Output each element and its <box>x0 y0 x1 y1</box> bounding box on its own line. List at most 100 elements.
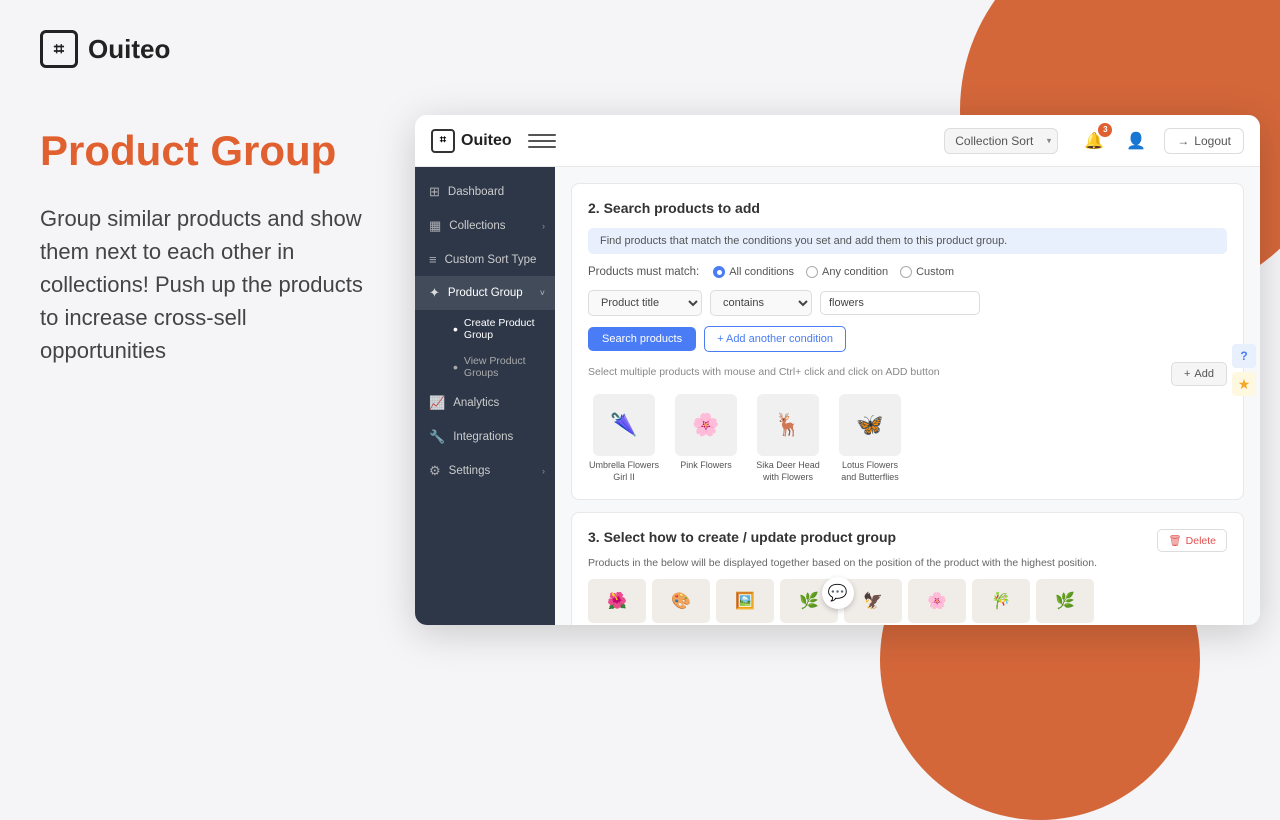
condition-value-input[interactable] <box>820 291 980 315</box>
sidebar-sub-item-view[interactable]: View Product Groups <box>443 348 555 386</box>
bottom-product-img-4[interactable]: 🦅 <box>844 579 902 623</box>
chevron-right-icon: › <box>542 466 545 476</box>
product-img-3: 🦋 <box>839 394 901 456</box>
integrations-icon: 🔧 <box>429 429 445 445</box>
logout-label: Logout <box>1194 134 1231 148</box>
sidebar-item-settings[interactable]: ⚙ Settings › <box>415 454 555 488</box>
bottom-product-img-7[interactable]: 🌿 <box>1036 579 1094 623</box>
sidebar-sub-item-create[interactable]: Create Product Group <box>443 310 555 348</box>
section-3-desc: Products in the below will be displayed … <box>588 557 1227 569</box>
product-img-1: 🌸 <box>675 394 737 456</box>
chevron-right-icon: › <box>542 221 545 231</box>
products-grid: 🌂 Umbrella Flowers Girl II 🌸 Pink Flower… <box>588 394 1227 483</box>
notification-bell-button[interactable]: 🔔 3 <box>1080 127 1108 155</box>
product-name-0: Umbrella Flowers Girl II <box>588 460 660 483</box>
section-3-title: 3. Select how to create / update product… <box>588 529 896 545</box>
radio-any-condition[interactable]: Any condition <box>806 266 888 278</box>
bottom-product-img-0[interactable]: 🌺 <box>588 579 646 623</box>
sidebar-item-product-group[interactable]: ✦ Product Group ˅ <box>415 276 555 310</box>
radio-circle-all <box>713 266 725 278</box>
bottom-product-img-6[interactable]: 🎋 <box>972 579 1030 623</box>
section-3-header: 3. Select how to create / update product… <box>588 529 1227 557</box>
radio-all-conditions[interactable]: All conditions <box>713 266 794 278</box>
product-thumb-2[interactable]: 🦌 Sika Deer Head with Flowers <box>752 394 824 483</box>
radio-all-label: All conditions <box>729 266 794 278</box>
app-window: ⌗ Ouiteo Collection Sort ▾ 🔔 3 👤 → Logou… <box>415 115 1260 625</box>
logo-text: Ouiteo <box>88 34 170 65</box>
collection-sort-label: Collection Sort <box>955 134 1033 148</box>
page-description: Group similar products and show them nex… <box>40 202 375 367</box>
view-product-groups-label: View Product Groups <box>464 355 545 379</box>
help-button[interactable]: ? <box>1232 344 1256 368</box>
plus-icon: + <box>1184 368 1190 380</box>
sidebar-item-collections[interactable]: ▦ Collections › <box>415 209 555 243</box>
delete-button[interactable]: 🗑 Delete <box>1157 529 1227 552</box>
product-name-3: Lotus Flowers and Butterflies <box>834 460 906 483</box>
radio-group: All conditions Any condition Custom <box>713 266 954 278</box>
star-button[interactable]: ★ <box>1232 372 1256 396</box>
sidebar-item-label: Dashboard <box>448 186 504 198</box>
collection-sort-dropdown[interactable]: Collection Sort ▾ <box>944 128 1058 154</box>
products-must-match-label: Products must match: <box>588 266 699 278</box>
analytics-icon: 📈 <box>429 395 445 411</box>
product-name-2: Sika Deer Head with Flowers <box>752 460 824 483</box>
sidebar: ⊞ Dashboard ▦ Collections › ≡ Custom Sor… <box>415 167 555 625</box>
condition-field-select[interactable]: Product title Product type Tag Vendor <box>588 290 702 316</box>
user-profile-button[interactable]: 👤 <box>1122 127 1150 155</box>
product-thumb-3[interactable]: 🦋 Lotus Flowers and Butterflies <box>834 394 906 483</box>
app-topbar: ⌗ Ouiteo Collection Sort ▾ 🔔 3 👤 → Logou… <box>415 115 1260 167</box>
logout-button[interactable]: → Logout <box>1164 128 1244 154</box>
bottom-product-img-2[interactable]: 🖼️ <box>716 579 774 623</box>
add-condition-button[interactable]: + Add another condition <box>704 326 846 352</box>
radio-circle-any <box>806 266 818 278</box>
sidebar-item-integrations[interactable]: 🔧 Integrations <box>415 420 555 454</box>
product-img-0: 🌂 <box>593 394 655 456</box>
product-thumb-1[interactable]: 🌸 Pink Flowers <box>670 394 742 483</box>
create-product-group-label: Create Product Group <box>464 317 545 341</box>
collections-icon: ▦ <box>429 218 441 234</box>
right-sidebar-buttons: ? ★ <box>1228 338 1260 402</box>
sidebar-item-label: Analytics <box>453 397 499 409</box>
products-area-header: Select multiple products with mouse and … <box>588 362 1227 386</box>
app-logo-text: Ouiteo <box>461 132 512 150</box>
condition-operator-select[interactable]: contains equals starts with ends with <box>710 290 812 316</box>
sidebar-item-label: Integrations <box>453 431 513 443</box>
hamburger-button[interactable] <box>528 127 556 155</box>
action-buttons: Search products + Add another condition <box>588 326 1227 352</box>
radio-custom-label: Custom <box>916 266 954 278</box>
chevron-down-icon: ˅ <box>540 288 545 298</box>
sidebar-item-label: Product Group <box>448 287 523 299</box>
notification-badge: 3 <box>1098 123 1112 137</box>
page-title: Product Group <box>40 128 375 174</box>
product-img-2: 🦌 <box>757 394 819 456</box>
bottom-product-img-5[interactable]: 🌸 <box>908 579 966 623</box>
radio-any-label: Any condition <box>822 266 888 278</box>
add-button[interactable]: + Add <box>1171 362 1227 386</box>
product-thumb-0[interactable]: 🌂 Umbrella Flowers Girl II <box>588 394 660 483</box>
delete-label: Delete <box>1186 535 1216 547</box>
topbar-icons: 🔔 3 👤 → Logout <box>1080 127 1244 155</box>
logo-icon: ⌗ <box>40 30 78 68</box>
app-body: ⊞ Dashboard ▦ Collections › ≡ Custom Sor… <box>415 167 1260 625</box>
main-content: 2. Search products to add Find products … <box>555 167 1260 625</box>
settings-icon: ⚙ <box>429 463 441 479</box>
left-panel: ⌗ Ouiteo Product Group Group similar pro… <box>0 0 415 720</box>
product-name-1: Pink Flowers <box>680 460 732 472</box>
sidebar-item-analytics[interactable]: 📈 Analytics <box>415 386 555 420</box>
product-group-icon: ✦ <box>429 285 440 301</box>
search-products-button[interactable]: Search products <box>588 327 696 351</box>
sidebar-item-dashboard[interactable]: ⊞ Dashboard <box>415 175 555 209</box>
bottom-products-grid: 🌺 🎨 🖼️ 🌿 🦅 🌸 🎋 🌿 <box>588 579 1227 623</box>
products-must-match-row: Products must match: All conditions Any … <box>588 266 1227 278</box>
logo-area: ⌗ Ouiteo <box>40 30 375 68</box>
add-label: Add <box>1194 368 1214 380</box>
radio-custom[interactable]: Custom <box>900 266 954 278</box>
app-logo-icon: ⌗ <box>431 129 455 153</box>
app-logo: ⌗ Ouiteo <box>431 129 512 153</box>
delete-icon: 🗑 <box>1168 534 1181 547</box>
radio-circle-custom <box>900 266 912 278</box>
dashboard-icon: ⊞ <box>429 184 440 200</box>
section-2-card: 2. Search products to add Find products … <box>571 183 1244 500</box>
bottom-product-img-1[interactable]: 🎨 <box>652 579 710 623</box>
sidebar-item-custom-sort[interactable]: ≡ Custom Sort Type <box>415 243 555 276</box>
